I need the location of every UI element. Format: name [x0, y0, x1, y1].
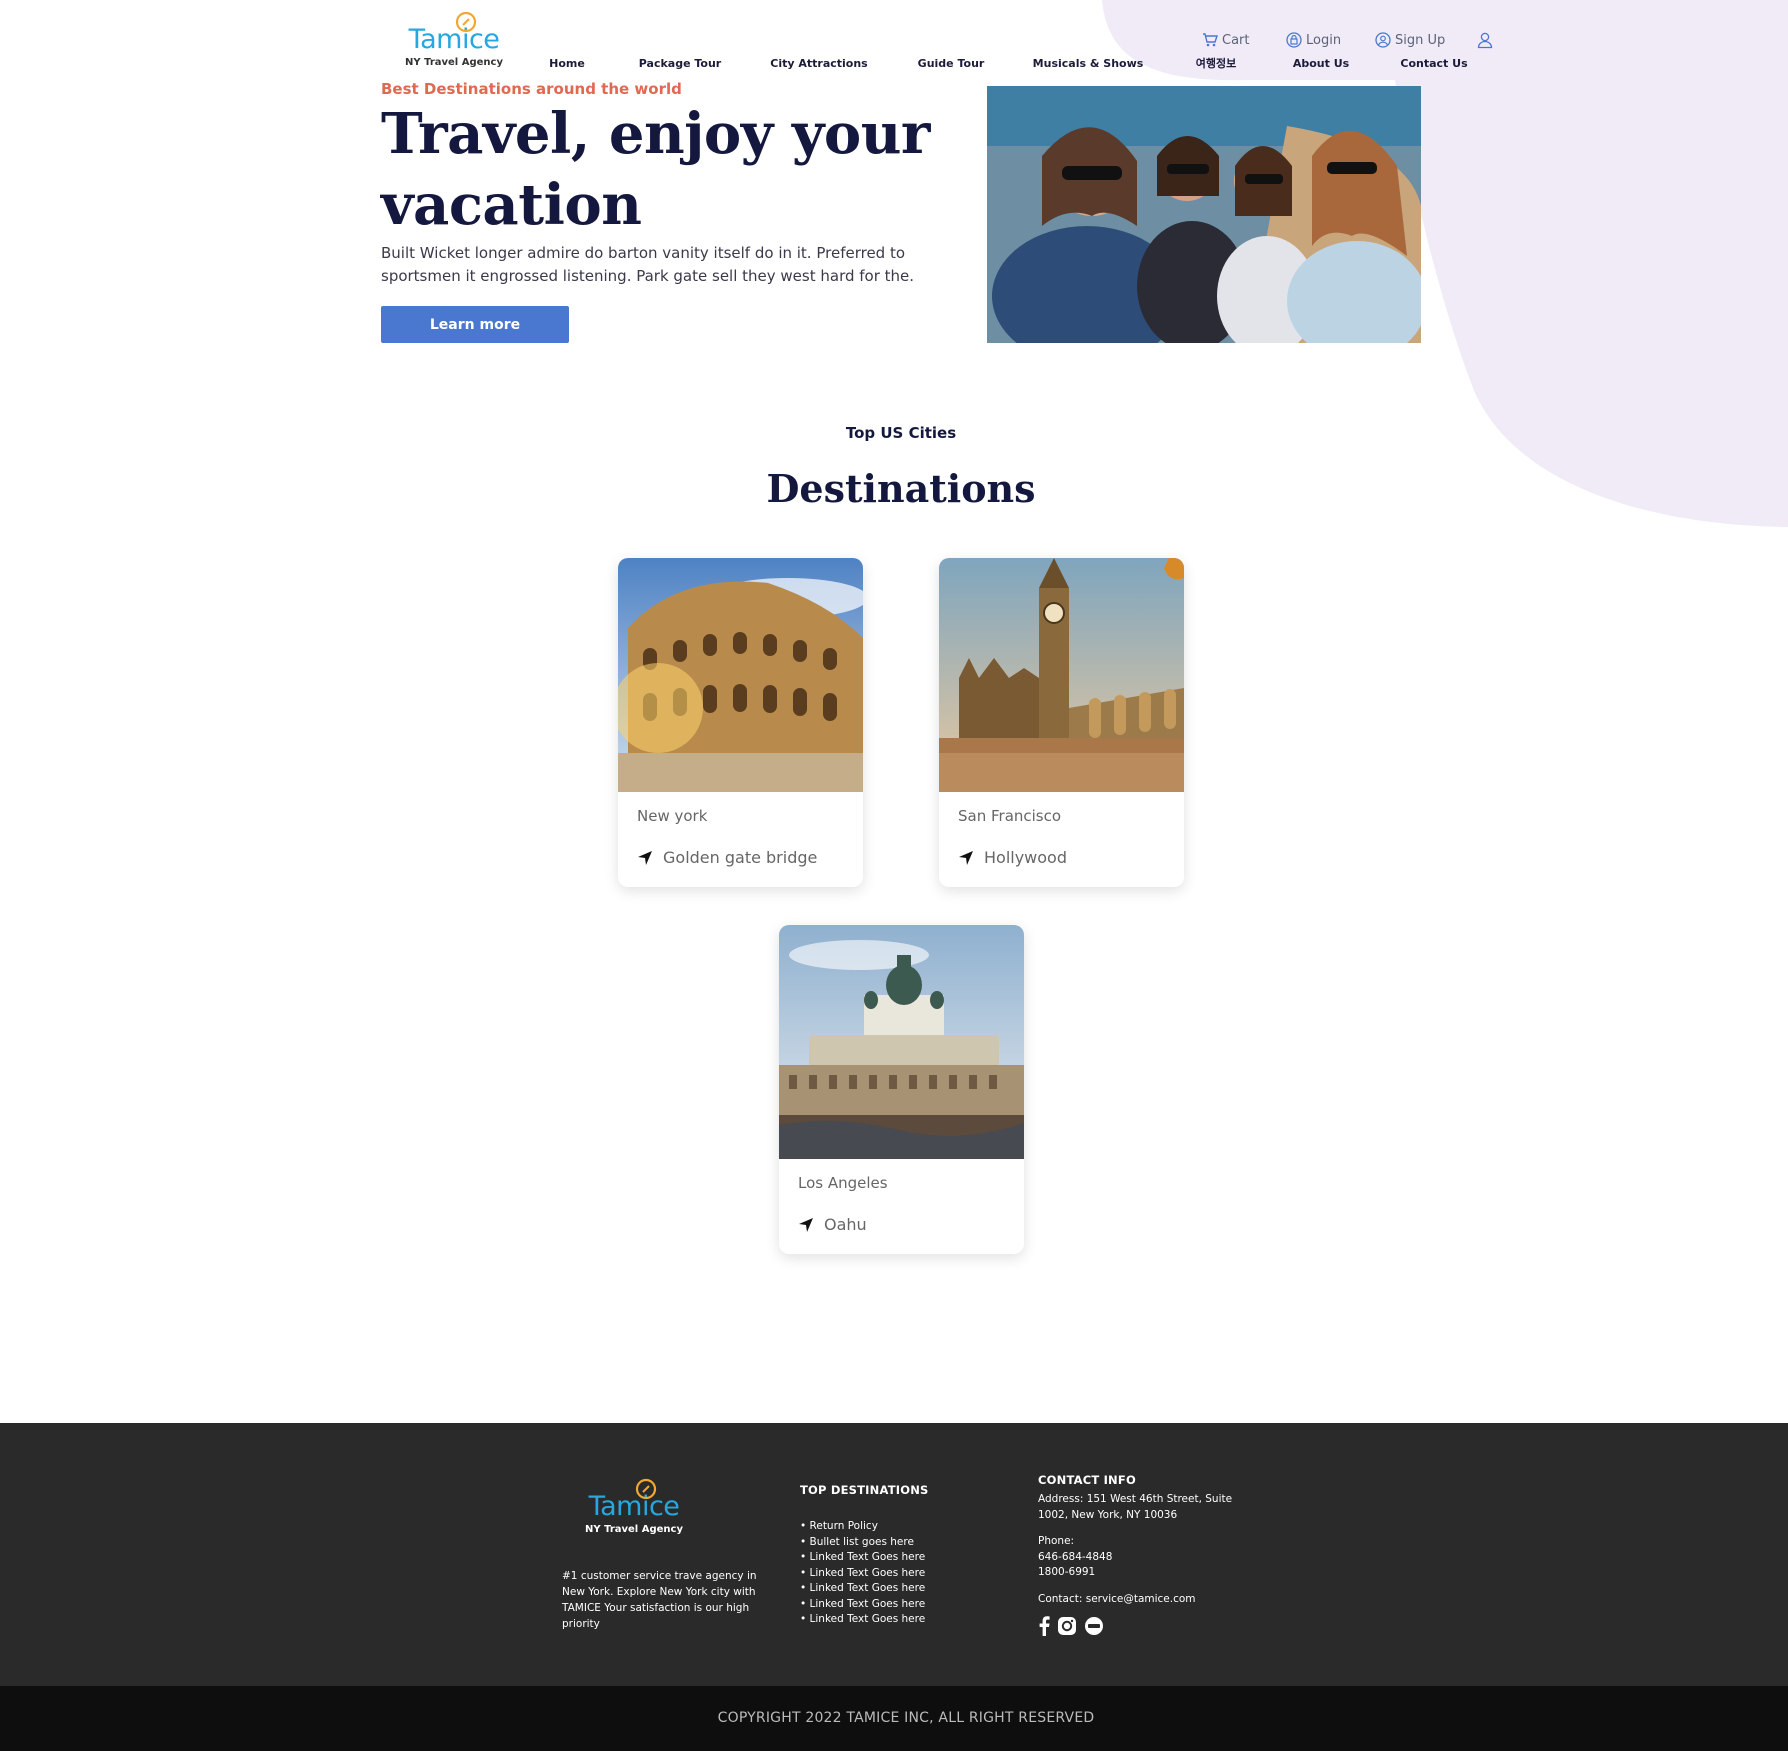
social-links — [1038, 1616, 1104, 1636]
contact-phone-2[interactable]: 1800-6991 — [1038, 1565, 1238, 1581]
footer-link[interactable]: • Linked Text Goes here — [800, 1581, 925, 1597]
hero-image — [987, 86, 1421, 343]
card-location: Golden gate bridge — [637, 848, 817, 867]
card-location: Oahu — [798, 1215, 867, 1234]
cart-link[interactable]: Cart — [1202, 30, 1250, 50]
nav-guide-tour[interactable]: Guide Tour — [918, 57, 985, 70]
card-location-label: Hollywood — [984, 848, 1067, 867]
nav-contact-us[interactable]: Contact Us — [1400, 57, 1467, 70]
copyright-text: COPYRIGHT 2022 TAMICE INC, ALL RIGHT RES… — [717, 1710, 1095, 1726]
card-city: Los Angeles — [798, 1174, 888, 1192]
nav-travel-info[interactable]: 여행정보 — [1196, 55, 1236, 71]
destination-card[interactable]: San Francisco Hollywood — [939, 558, 1184, 887]
top-destinations-heading: TOP DESTINATIONS — [800, 1483, 929, 1497]
footer-link[interactable]: • Return Policy — [800, 1519, 925, 1535]
helsinki-cathedral-image — [779, 925, 1024, 1159]
lock-icon — [1286, 32, 1302, 48]
logo-wordmark: Tamice — [409, 11, 500, 53]
site-footer: Tamice NY Travel Agency #1 customer serv… — [0, 1423, 1788, 1686]
nav-home[interactable]: Home — [549, 57, 585, 70]
signup-label: Sign Up — [1395, 32, 1446, 48]
footer-link[interactable]: • Linked Text Goes here — [800, 1550, 925, 1566]
big-ben-image — [939, 558, 1184, 792]
nav-city-attractions[interactable]: City Attractions — [770, 57, 867, 70]
card-city: San Francisco — [958, 807, 1062, 825]
contact-info: Address: 151 West 46th Street, Suite 100… — [1038, 1492, 1238, 1618]
footer-about: #1 customer service trave agency in New … — [562, 1570, 757, 1630]
user-icon — [1477, 32, 1493, 49]
navigation-arrow-icon — [959, 850, 973, 865]
account-button[interactable] — [1476, 30, 1494, 50]
contact-phone-1[interactable]: 646-684-4848 — [1038, 1550, 1238, 1566]
nav-musicals-shows[interactable]: Musicals & Shows — [1033, 57, 1144, 70]
user-circle-icon — [1375, 32, 1391, 48]
section-subtitle: Top US Cities — [845, 424, 957, 442]
footer-link[interactable]: • Linked Text Goes here — [800, 1612, 925, 1628]
instagram-icon[interactable] — [1057, 1616, 1077, 1636]
signup-link[interactable]: Sign Up — [1375, 30, 1445, 50]
destination-card[interactable]: Los Angeles Oahu — [779, 925, 1024, 1254]
compass-icon — [455, 11, 476, 33]
cart-icon — [1203, 33, 1218, 47]
nav-about-us[interactable]: About Us — [1293, 57, 1349, 70]
hero-description: Built Wicket longer admire do barton van… — [381, 244, 915, 285]
colosseum-image — [618, 558, 863, 792]
footer-logo-wordmark: Tamice — [589, 1478, 680, 1520]
login-label: Login — [1306, 32, 1342, 48]
footer-link[interactable]: • Linked Text Goes here — [800, 1597, 925, 1613]
card-city: New york — [637, 807, 708, 825]
contact-phone-label: Phone: — [1038, 1535, 1075, 1547]
card-location: Hollywood — [958, 848, 1067, 867]
section-title: Destinations — [766, 466, 1036, 511]
contact-email[interactable]: Contact: service@tamice.com — [1038, 1592, 1238, 1608]
facebook-icon[interactable] — [1038, 1616, 1050, 1636]
card-location-label: Golden gate bridge — [663, 848, 818, 867]
footer-logo[interactable]: Tamice NY Travel Agency — [584, 1478, 684, 1535]
cart-label: Cart — [1222, 32, 1250, 48]
navigation-arrow-icon — [799, 1217, 813, 1232]
card-location-label: Oahu — [824, 1215, 867, 1234]
contact-address: Address: 151 West 46th Street, Suite 100… — [1038, 1493, 1233, 1521]
destination-card[interactable]: New york Golden gate bridge — [618, 558, 863, 887]
copyright-bar: COPYRIGHT 2022 TAMICE INC, ALL RIGHT RES… — [0, 1686, 1788, 1751]
navigation-arrow-icon — [638, 850, 652, 865]
login-link[interactable]: Login — [1286, 30, 1341, 50]
main-nav: Home Package Tour City Attractions Guide… — [0, 57, 1788, 77]
contact-info-heading: CONTACT INFO — [1038, 1473, 1136, 1487]
learn-more-button[interactable]: Learn more — [381, 306, 569, 343]
compass-icon — [635, 1478, 656, 1500]
top-destinations-list: • Return Policy • Bullet list goes here … — [800, 1519, 925, 1628]
hero-eyebrow: Best Destinations around the world — [381, 80, 682, 98]
nav-package-tour[interactable]: Package Tour — [639, 57, 721, 70]
footer-link[interactable]: • Bullet list goes here — [800, 1535, 925, 1551]
blog-icon[interactable] — [1084, 1616, 1104, 1636]
footer-logo-tagline: NY Travel Agency — [585, 1524, 683, 1535]
footer-link[interactable]: • Linked Text Goes here — [800, 1566, 925, 1582]
hero-title: Travel, enjoy your vacation — [381, 101, 930, 238]
